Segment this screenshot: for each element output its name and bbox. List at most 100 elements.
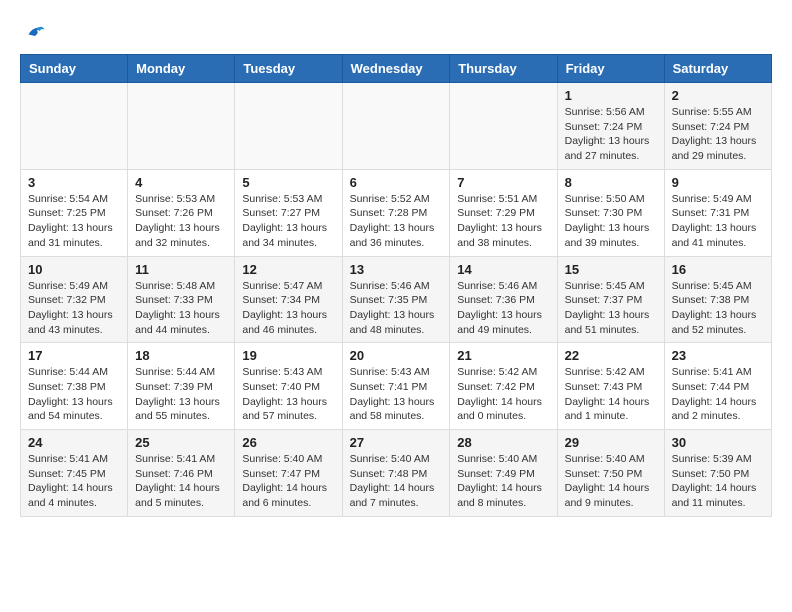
calendar-cell: 23Sunrise: 5:41 AM Sunset: 7:44 PM Dayli… (664, 343, 771, 430)
day-number: 2 (672, 88, 764, 103)
calendar-cell: 6 Sunrise: 5:52 AM Sunset: 7:28 PM Daylig… (342, 169, 450, 256)
day-info: Sunrise: 5:49 AM Sunset: 7:32 PM Dayligh… (28, 279, 120, 338)
day-number: 8 (565, 175, 657, 190)
calendar-cell: 17 Sunrise: 5:44 AM Sunset: 7:38 PM Dayli… (21, 343, 128, 430)
calendar-table: SundayMondayTuesdayWednesdayThursdayFrid… (20, 54, 772, 517)
day-number: 17 (28, 348, 120, 363)
weekday-header-sunday: Sunday (21, 55, 128, 83)
week-row-3: 10 Sunrise: 5:49 AM Sunset: 7:32 PM Dayli… (21, 256, 772, 343)
calendar-cell: 24 Sunrise: 5:41 AM Sunset: 7:45 PM Dayli… (21, 430, 128, 517)
day-info: Sunrise: 5:56 AM Sunset: 7:24 PM Dayligh… (565, 105, 657, 164)
day-info: Sunrise: 5:44 AM Sunset: 7:39 PM Dayligh… (135, 365, 227, 424)
week-row-5: 24 Sunrise: 5:41 AM Sunset: 7:45 PM Dayli… (21, 430, 772, 517)
calendar-cell: 28 Sunrise: 5:40 AM Sunset: 7:49 PM Dayli… (450, 430, 557, 517)
day-number: 5 (242, 175, 334, 190)
weekday-header-saturday: Saturday (664, 55, 771, 83)
day-number: 3 (28, 175, 120, 190)
day-number: 7 (457, 175, 549, 190)
day-number: 18 (135, 348, 227, 363)
day-number: 12 (242, 262, 334, 277)
day-info: Sunrise: 5:53 AM Sunset: 7:26 PM Dayligh… (135, 192, 227, 251)
day-info: Sunrise: 5:42 AM Sunset: 7:42 PM Dayligh… (457, 365, 549, 424)
calendar-cell: 1 Sunrise: 5:56 AM Sunset: 7:24 PM Daylig… (557, 83, 664, 170)
day-info: Sunrise: 5:43 AM Sunset: 7:40 PM Dayligh… (242, 365, 334, 424)
calendar-cell: 12 Sunrise: 5:47 AM Sunset: 7:34 PM Dayli… (235, 256, 342, 343)
week-row-4: 17 Sunrise: 5:44 AM Sunset: 7:38 PM Dayli… (21, 343, 772, 430)
day-info: Sunrise: 5:41 AM Sunset: 7:45 PM Dayligh… (28, 452, 120, 511)
calendar-cell: 9 Sunrise: 5:49 AM Sunset: 7:31 PM Daylig… (664, 169, 771, 256)
day-number: 10 (28, 262, 120, 277)
calendar-cell: 7 Sunrise: 5:51 AM Sunset: 7:29 PM Daylig… (450, 169, 557, 256)
calendar-cell: 8 Sunrise: 5:50 AM Sunset: 7:30 PM Daylig… (557, 169, 664, 256)
day-number: 28 (457, 435, 549, 450)
day-info: Sunrise: 5:39 AM Sunset: 7:50 PM Dayligh… (672, 452, 764, 511)
day-number: 22 (565, 348, 657, 363)
day-number: 30 (672, 435, 764, 450)
day-info: Sunrise: 5:41 AM Sunset: 7:46 PM Dayligh… (135, 452, 227, 511)
calendar-cell: 29 Sunrise: 5:40 AM Sunset: 7:50 PM Dayli… (557, 430, 664, 517)
week-row-1: 1 Sunrise: 5:56 AM Sunset: 7:24 PM Daylig… (21, 83, 772, 170)
day-info: Sunrise: 5:40 AM Sunset: 7:50 PM Dayligh… (565, 452, 657, 511)
day-number: 11 (135, 262, 227, 277)
weekday-header-wednesday: Wednesday (342, 55, 450, 83)
day-info: Sunrise: 5:46 AM Sunset: 7:35 PM Dayligh… (350, 279, 443, 338)
day-number: 29 (565, 435, 657, 450)
day-info: Sunrise: 5:40 AM Sunset: 7:48 PM Dayligh… (350, 452, 443, 511)
page-header (20, 20, 772, 44)
day-number: 6 (350, 175, 443, 190)
day-number: 23 (672, 348, 764, 363)
logo-bird-icon (22, 20, 46, 44)
calendar-cell: 26 Sunrise: 5:40 AM Sunset: 7:47 PM Dayli… (235, 430, 342, 517)
day-number: 24 (28, 435, 120, 450)
day-info: Sunrise: 5:40 AM Sunset: 7:47 PM Dayligh… (242, 452, 334, 511)
calendar-cell: 22Sunrise: 5:42 AM Sunset: 7:43 PM Dayli… (557, 343, 664, 430)
calendar-cell: 11 Sunrise: 5:48 AM Sunset: 7:33 PM Dayli… (128, 256, 235, 343)
day-info: Sunrise: 5:52 AM Sunset: 7:28 PM Dayligh… (350, 192, 443, 251)
calendar-cell: 2 Sunrise: 5:55 AM Sunset: 7:24 PM Daylig… (664, 83, 771, 170)
logo (20, 20, 46, 44)
day-info: Sunrise: 5:50 AM Sunset: 7:30 PM Dayligh… (565, 192, 657, 251)
calendar-cell: 5 Sunrise: 5:53 AM Sunset: 7:27 PM Daylig… (235, 169, 342, 256)
calendar-cell: 30 Sunrise: 5:39 AM Sunset: 7:50 PM Dayli… (664, 430, 771, 517)
calendar-cell: 3 Sunrise: 5:54 AM Sunset: 7:25 PM Daylig… (21, 169, 128, 256)
calendar-cell: 19 Sunrise: 5:43 AM Sunset: 7:40 PM Dayli… (235, 343, 342, 430)
calendar-cell (128, 83, 235, 170)
calendar-cell: 10 Sunrise: 5:49 AM Sunset: 7:32 PM Dayli… (21, 256, 128, 343)
day-info: Sunrise: 5:48 AM Sunset: 7:33 PM Dayligh… (135, 279, 227, 338)
day-number: 25 (135, 435, 227, 450)
day-number: 19 (242, 348, 334, 363)
weekday-header-row: SundayMondayTuesdayWednesdayThursdayFrid… (21, 55, 772, 83)
calendar-cell (21, 83, 128, 170)
calendar-cell (235, 83, 342, 170)
week-row-2: 3 Sunrise: 5:54 AM Sunset: 7:25 PM Daylig… (21, 169, 772, 256)
calendar-cell: 15 Sunrise: 5:45 AM Sunset: 7:37 PM Dayli… (557, 256, 664, 343)
day-info: Sunrise: 5:55 AM Sunset: 7:24 PM Dayligh… (672, 105, 764, 164)
calendar-cell: 16Sunrise: 5:45 AM Sunset: 7:38 PM Dayli… (664, 256, 771, 343)
day-info: Sunrise: 5:54 AM Sunset: 7:25 PM Dayligh… (28, 192, 120, 251)
day-number: 14 (457, 262, 549, 277)
day-number: 1 (565, 88, 657, 103)
day-number: 4 (135, 175, 227, 190)
day-info: Sunrise: 5:51 AM Sunset: 7:29 PM Dayligh… (457, 192, 549, 251)
calendar-cell: 4 Sunrise: 5:53 AM Sunset: 7:26 PM Daylig… (128, 169, 235, 256)
day-number: 15 (565, 262, 657, 277)
calendar-cell (450, 83, 557, 170)
day-info: Sunrise: 5:43 AM Sunset: 7:41 PM Dayligh… (350, 365, 443, 424)
day-number: 9 (672, 175, 764, 190)
weekday-header-tuesday: Tuesday (235, 55, 342, 83)
day-info: Sunrise: 5:40 AM Sunset: 7:49 PM Dayligh… (457, 452, 549, 511)
weekday-header-monday: Monday (128, 55, 235, 83)
day-number: 16 (672, 262, 764, 277)
day-number: 26 (242, 435, 334, 450)
day-info: Sunrise: 5:45 AM Sunset: 7:37 PM Dayligh… (565, 279, 657, 338)
day-info: Sunrise: 5:47 AM Sunset: 7:34 PM Dayligh… (242, 279, 334, 338)
calendar-cell: 27Sunrise: 5:40 AM Sunset: 7:48 PM Dayli… (342, 430, 450, 517)
calendar-cell: 25 Sunrise: 5:41 AM Sunset: 7:46 PM Dayli… (128, 430, 235, 517)
day-number: 20 (350, 348, 443, 363)
day-info: Sunrise: 5:53 AM Sunset: 7:27 PM Dayligh… (242, 192, 334, 251)
day-info: Sunrise: 5:46 AM Sunset: 7:36 PM Dayligh… (457, 279, 549, 338)
calendar-cell (342, 83, 450, 170)
calendar-cell: 21Sunrise: 5:42 AM Sunset: 7:42 PM Dayli… (450, 343, 557, 430)
day-info: Sunrise: 5:44 AM Sunset: 7:38 PM Dayligh… (28, 365, 120, 424)
day-info: Sunrise: 5:49 AM Sunset: 7:31 PM Dayligh… (672, 192, 764, 251)
